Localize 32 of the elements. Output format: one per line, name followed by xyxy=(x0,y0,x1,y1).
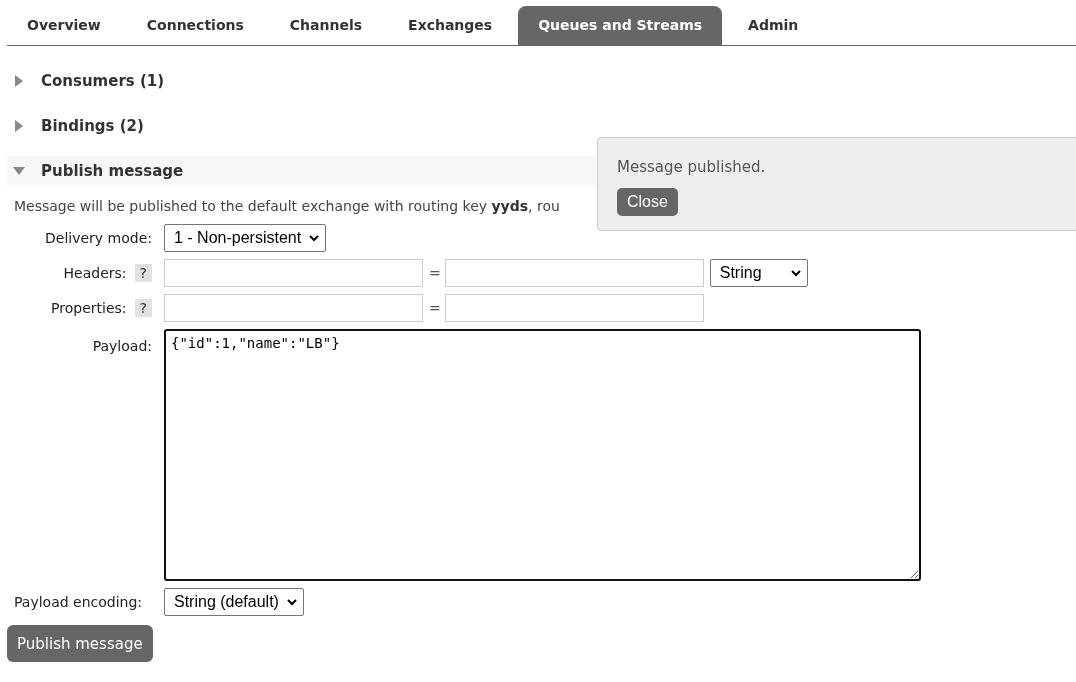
field-label: Delivery mode: xyxy=(45,230,152,246)
nav-tab[interactable]: Queues and Streams xyxy=(518,6,723,45)
nav-tab[interactable]: Channels xyxy=(269,6,383,45)
encoding-select[interactable]: String (default) xyxy=(164,588,304,616)
chevron-icon xyxy=(286,598,297,606)
notification-text: Message published. xyxy=(617,158,767,176)
section-header[interactable]: Consumers (1) xyxy=(7,66,607,96)
equals-sign: = xyxy=(429,300,441,316)
close-button[interactable]: Close xyxy=(617,188,678,216)
chevron-icon xyxy=(790,269,801,277)
equals-sign: = xyxy=(429,265,441,281)
nav-tab[interactable]: Exchanges xyxy=(388,6,513,45)
publish-button[interactable]: Publish message xyxy=(7,625,153,662)
delivery-mode-select[interactable]: 1 - Non-persistent xyxy=(164,224,327,252)
field-label: Payload encoding: xyxy=(13,594,144,610)
header-key-field[interactable] xyxy=(164,259,423,287)
nav-tab[interactable]: Connections xyxy=(126,6,264,45)
section-header[interactable]: Bindings (2) xyxy=(7,111,607,141)
chevron-icon xyxy=(309,234,320,242)
field-label: Headers: xyxy=(63,265,127,281)
property-key-field[interactable] xyxy=(164,294,423,322)
help-button[interactable]: ? xyxy=(134,299,152,317)
nav-tab[interactable]: Admin xyxy=(728,6,819,45)
description-text: Message will be published to the default exchange with routing key yyds, rou xyxy=(14,198,560,214)
field-label: Payload: xyxy=(92,338,152,354)
nav-tab[interactable]: Overview xyxy=(7,6,121,45)
field-label: Properties: xyxy=(51,300,127,316)
property-value-field[interactable] xyxy=(444,294,704,322)
help-button[interactable]: ? xyxy=(134,264,152,282)
type-select[interactable]: String xyxy=(709,259,808,287)
payload-field[interactable]: {"id":1,"name":"LB"} xyxy=(164,329,921,581)
header-value-field[interactable] xyxy=(444,259,704,287)
